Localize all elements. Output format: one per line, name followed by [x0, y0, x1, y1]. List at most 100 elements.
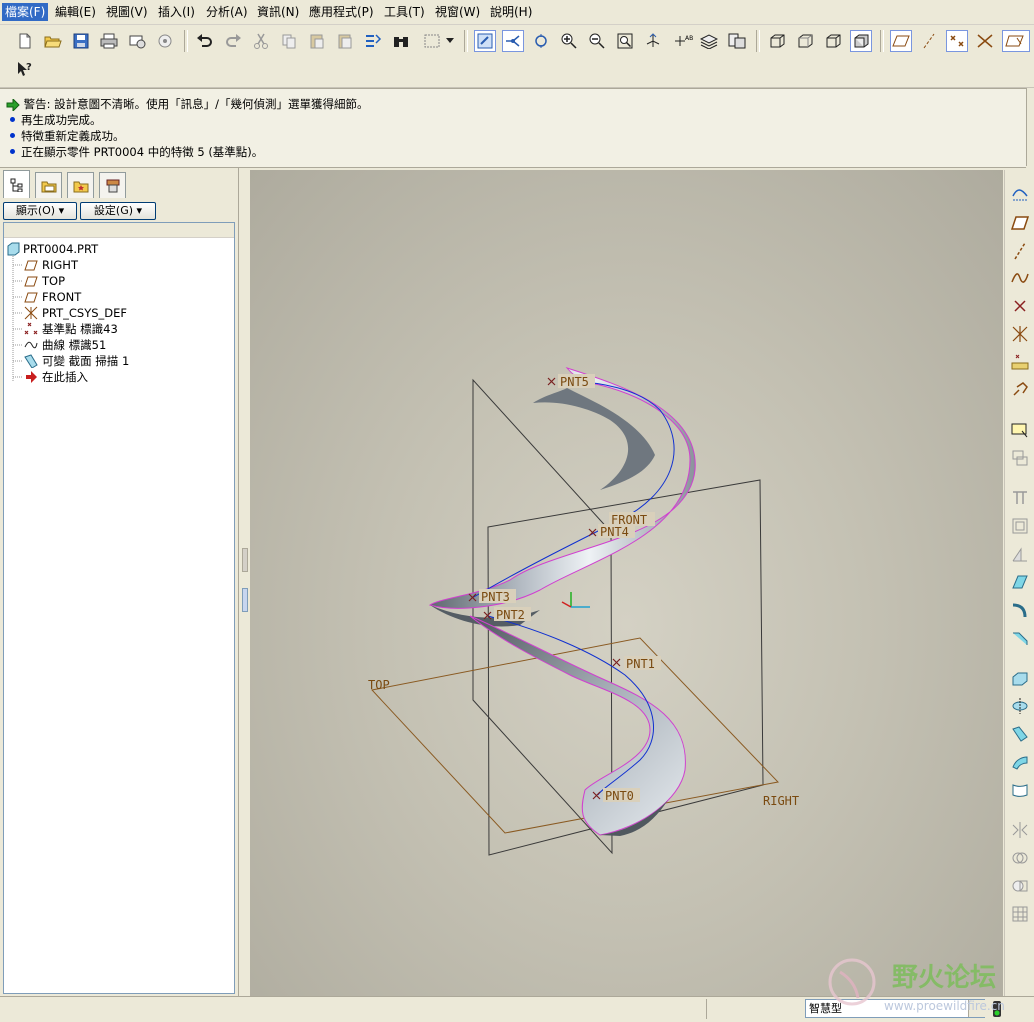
shading-icon[interactable] [850, 30, 872, 52]
datum-points-display-icon[interactable] [946, 30, 968, 52]
refit-icon[interactable] [614, 30, 636, 52]
rib-tool-icon[interactable] [1009, 543, 1031, 565]
undo-icon[interactable] [194, 30, 216, 52]
paste-icon[interactable] [306, 30, 328, 52]
tab-model-tree[interactable] [3, 170, 30, 198]
context-help-icon[interactable]: ? [14, 58, 36, 80]
menu-analysis[interactable]: 分析(A) [203, 3, 251, 21]
draft-tool-icon[interactable] [1009, 571, 1031, 593]
edit-definition-icon[interactable] [1009, 447, 1031, 469]
collapse-left-handle[interactable] [242, 548, 248, 572]
print-icon[interactable] [98, 30, 120, 52]
selection-dropdown-icon[interactable] [444, 30, 456, 52]
menu-insert[interactable]: 插入(I) [155, 3, 198, 21]
label-pnt3[interactable]: PNT3 [481, 590, 510, 604]
copy-icon[interactable] [278, 30, 300, 52]
csys-display-icon[interactable] [974, 30, 996, 52]
tab-connections[interactable] [99, 172, 126, 198]
extrude-tool-icon[interactable] [1009, 667, 1031, 689]
menu-tools[interactable]: 工具(T) [381, 3, 428, 21]
round-tool-icon[interactable] [1009, 599, 1031, 621]
tab-folder-browser[interactable] [35, 172, 62, 198]
csys-icon [24, 306, 38, 320]
datum-axes-display-icon[interactable] [918, 30, 940, 52]
regenerate-icon[interactable] [362, 30, 384, 52]
label-pnt0[interactable]: PNT0 [605, 789, 634, 803]
datum-point-tool-icon[interactable] [1009, 295, 1031, 317]
trim-tool-icon[interactable] [1009, 875, 1031, 897]
expand-handle[interactable] [242, 588, 248, 612]
menu-file[interactable]: 檔案(F) [2, 3, 49, 21]
message-info: 正在顯示零件 PRT0004 中的特徵 5 (基準點)。 [6, 144, 263, 160]
label-pnt2[interactable]: PNT2 [496, 608, 525, 622]
label-pnt5[interactable]: PNT5 [560, 375, 589, 389]
menu-help[interactable]: 說明(H) [487, 3, 535, 21]
menu-window[interactable]: 視窗(W) [432, 3, 483, 21]
blend-tool-icon[interactable] [1009, 751, 1031, 773]
menu-applications[interactable]: 應用程式(P) [306, 3, 377, 21]
analysis-feature-icon[interactable] [1009, 351, 1031, 373]
folder-browser-icon [41, 181, 56, 192]
send-link-icon[interactable] [154, 30, 176, 52]
csys-tool-icon[interactable] [1009, 323, 1031, 345]
label-top[interactable]: TOP [368, 678, 390, 692]
info-bullet-icon [10, 149, 15, 154]
settings-dropdown-button[interactable]: 設定(G) ▾ [80, 202, 156, 220]
graphics-window[interactable]: PNT5 FRONT PNT4 PNT3 PNT2 PNT1 PNT0 TOP … [250, 170, 1003, 996]
paste-special-icon[interactable] [334, 30, 356, 52]
cut-icon[interactable] [250, 30, 272, 52]
orient-mode-icon[interactable] [530, 30, 552, 52]
model-viewport[interactable]: PNT5 FRONT PNT4 PNT3 PNT2 PNT1 PNT0 TOP … [250, 170, 1003, 996]
sketch-tool-icon[interactable] [1009, 419, 1031, 441]
zoom-out-icon[interactable] [586, 30, 608, 52]
save-icon[interactable] [70, 30, 92, 52]
revolve-tool-icon[interactable] [1009, 695, 1031, 717]
label-right[interactable]: RIGHT [763, 794, 799, 808]
svg-text:AB: AB [685, 35, 693, 42]
view-manager-icon[interactable] [726, 30, 748, 52]
open-folder-icon[interactable] [42, 30, 64, 52]
show-dropdown-button[interactable]: 顯示(O) ▾ [3, 202, 77, 220]
send-mail-icon[interactable] [126, 30, 148, 52]
new-file-icon[interactable] [14, 30, 36, 52]
label-pnt1[interactable]: PNT1 [626, 657, 655, 671]
redo-icon[interactable] [222, 30, 244, 52]
label-pnt4[interactable]: PNT4 [600, 525, 629, 539]
datum-curve-tool-icon[interactable] [1009, 267, 1031, 289]
datum-planes-display-icon[interactable] [890, 30, 912, 52]
message-scrollbar[interactable] [1026, 88, 1034, 166]
info-bullet-icon [10, 117, 15, 122]
annotation-display-icon[interactable] [1002, 30, 1030, 52]
saved-views-icon[interactable]: AB [670, 30, 696, 52]
no-hidden-icon[interactable] [822, 30, 844, 52]
tab-favorites[interactable] [67, 172, 94, 198]
repaint-icon[interactable] [474, 30, 496, 52]
datum-plane-icon [24, 292, 38, 303]
mirror-tool-icon[interactable] [1009, 819, 1031, 841]
sketch-datum-icon[interactable] [1009, 182, 1031, 204]
csys-triad[interactable] [561, 592, 590, 608]
boundary-blend-tool-icon[interactable] [1009, 779, 1031, 801]
chamfer-tool-icon[interactable] [1009, 627, 1031, 649]
shell-tool-icon[interactable] [1009, 515, 1031, 537]
variable-sweep-tool-icon[interactable] [1009, 723, 1031, 745]
datum-axis-tool-icon[interactable] [1009, 240, 1031, 262]
layers-icon[interactable] [698, 30, 720, 52]
menu-edit[interactable]: 編輯(E) [52, 3, 99, 21]
connections-icon [106, 179, 119, 192]
pattern-tool-icon[interactable] [1009, 903, 1031, 925]
hole-tool-icon[interactable] [1009, 487, 1031, 509]
menu-view[interactable]: 視圖(V) [103, 3, 151, 21]
link-icon[interactable] [1009, 379, 1031, 401]
menu-info[interactable]: 資訊(N) [254, 3, 302, 21]
toolbar-separator [184, 30, 188, 52]
zoom-in-icon[interactable] [558, 30, 580, 52]
merge-tool-icon[interactable] [1009, 847, 1031, 869]
datum-plane-tool-icon[interactable] [1009, 212, 1031, 234]
hidden-line-icon[interactable] [794, 30, 816, 52]
spin-center-icon[interactable] [502, 30, 524, 52]
wireframe-icon[interactable] [766, 30, 788, 52]
selection-box-icon[interactable] [418, 30, 446, 52]
reorient-icon[interactable] [642, 30, 664, 52]
find-binoculars-icon[interactable] [390, 30, 412, 52]
